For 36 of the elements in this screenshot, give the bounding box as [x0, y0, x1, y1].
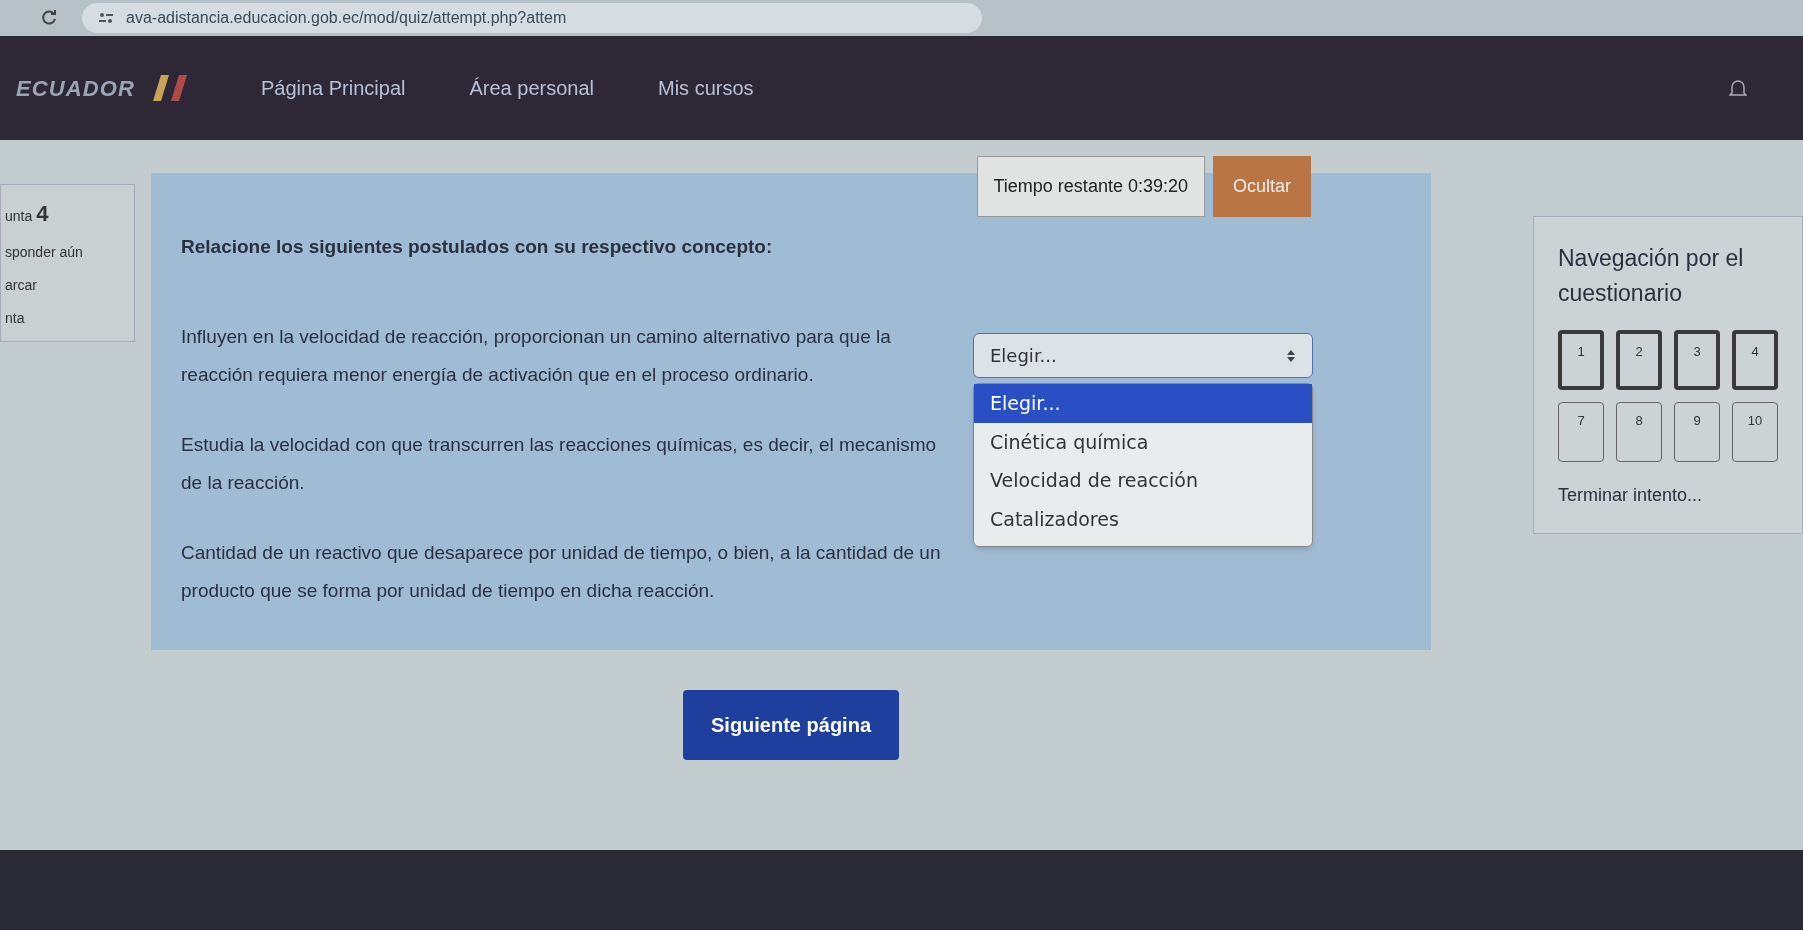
nav-link[interactable]: Mis cursos	[658, 73, 754, 103]
dropdown-select[interactable]: Elegir...	[973, 333, 1313, 378]
url-text: ava-adistancia.educacion.gob.ec/mod/quiz/attempt.php?attem	[126, 8, 567, 28]
question-number-button[interactable]: 9	[1674, 402, 1720, 462]
statement-text: Cantidad de un reactivo que desaparece por unidad de tiempo, o bien, a la cantidad de un producto que se forma por unidad de tiempo en dicha reacción.	[181, 540, 941, 603]
question-label: unta	[5, 207, 33, 226]
nav-link[interactable]: Página Principal	[260, 73, 406, 103]
question-number-button[interactable]: 2	[1616, 330, 1662, 390]
question-number-button[interactable]: 10	[1732, 402, 1778, 462]
question-number-button[interactable]: 7	[1558, 402, 1604, 462]
info-text: nta	[5, 309, 26, 328]
next-page-button[interactable]: Siguiente página	[683, 689, 899, 760]
statement-text: Estudia la velocidad con que transcurren las reacciones químicas, es decir, el mecanismo de la reacción.	[181, 432, 938, 495]
finish-attempt-link[interactable]: Terminar intento...	[1558, 482, 1778, 509]
statement-text: Influyen en la velocidad de reacción, proporcionan un camino alternativo para que la reacción requiera menor energía de activación que en el proceso ordinario.	[181, 324, 892, 387]
site-logo[interactable]: ECUADOR	[16, 71, 135, 105]
question-number-button[interactable]: 8	[1616, 402, 1662, 462]
sort-arrows-icon	[1286, 348, 1296, 363]
address-bar[interactable]: ava-adistancia.educacion.gob.ec/mod/quiz/attempt.php?attem	[82, 3, 982, 33]
info-text: sponder aún	[5, 243, 84, 262]
question-number-button[interactable]: 1	[1558, 330, 1604, 390]
site-settings-icon[interactable]	[98, 12, 114, 24]
timer-box: Tiempo restante 0:39:20	[976, 156, 1205, 217]
reload-icon[interactable]	[40, 9, 58, 27]
question-prompt: Relacione los siguientes postulados con su respectivo concepto:	[181, 235, 774, 259]
question-number-button[interactable]: 3	[1674, 330, 1720, 390]
question-number-button[interactable]: 4	[1732, 330, 1778, 390]
info-text: arcar	[5, 276, 38, 295]
nav-link[interactable]: Área personal	[469, 73, 594, 103]
dropdown-option[interactable]: Velocidad de reacción	[974, 461, 1312, 500]
dropdown-option[interactable]: Catalizadores	[974, 499, 1312, 538]
dropdown-option[interactable]: Elegir...	[974, 384, 1312, 423]
question-number: 4	[36, 200, 49, 228]
bell-icon[interactable]	[1729, 78, 1747, 98]
dropdown-option[interactable]: Cinética química	[974, 422, 1312, 461]
panel-title: Navegación por el cuestionario	[1558, 244, 1745, 308]
